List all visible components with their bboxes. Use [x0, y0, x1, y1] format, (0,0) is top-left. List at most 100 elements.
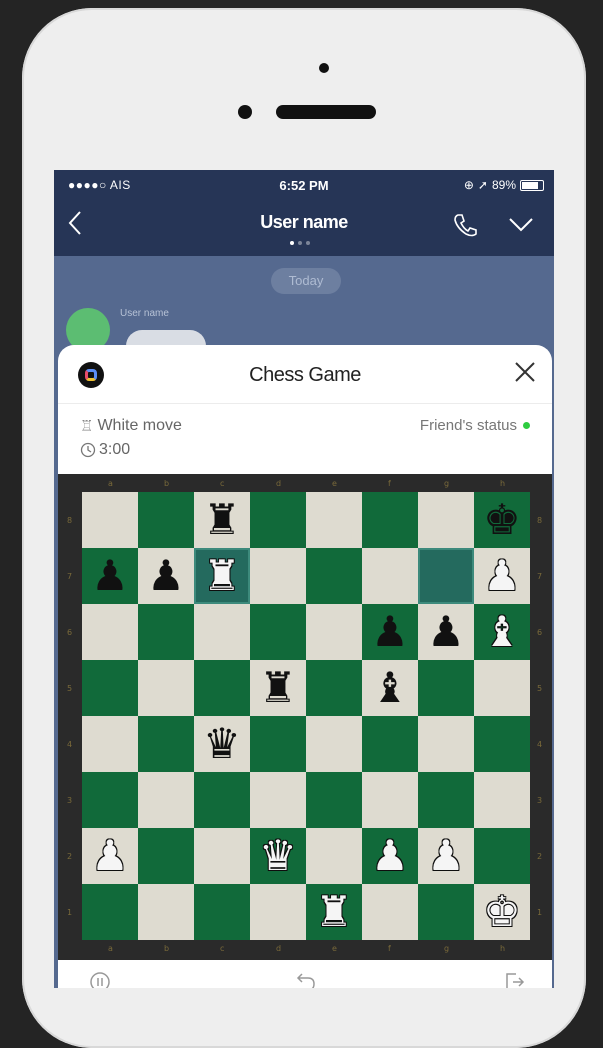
- square-f5[interactable]: ♝: [362, 660, 418, 716]
- menu-toggle-button[interactable]: [508, 214, 534, 239]
- square-f2[interactable]: ♟: [362, 828, 418, 884]
- square-h7[interactable]: ♟: [474, 548, 530, 604]
- square-d2[interactable]: ♛: [250, 828, 306, 884]
- square-d1[interactable]: [250, 884, 306, 940]
- square-d5[interactable]: ♜: [250, 660, 306, 716]
- white-king-piece[interactable]: ♚: [483, 891, 521, 933]
- square-b5[interactable]: [138, 660, 194, 716]
- square-d7[interactable]: [250, 548, 306, 604]
- square-e3[interactable]: [306, 772, 362, 828]
- black-rook-piece[interactable]: ♜: [259, 667, 297, 709]
- square-h1[interactable]: ♚: [474, 884, 530, 940]
- square-a5[interactable]: [82, 660, 138, 716]
- square-b1[interactable]: [138, 884, 194, 940]
- square-g1[interactable]: [418, 884, 474, 940]
- black-pawn-piece[interactable]: ♟: [91, 555, 129, 597]
- square-b3[interactable]: [138, 772, 194, 828]
- white-rook-piece[interactable]: ♜: [315, 891, 353, 933]
- sender-name: User name: [120, 308, 169, 319]
- white-rook-piece[interactable]: ♜: [203, 555, 241, 597]
- square-d3[interactable]: [250, 772, 306, 828]
- chevron-down-icon: [509, 218, 533, 232]
- rank-label: 2: [67, 852, 73, 861]
- square-c1[interactable]: [194, 884, 250, 940]
- rank-label: 4: [537, 740, 543, 749]
- square-f4[interactable]: [362, 716, 418, 772]
- square-a2[interactable]: ♟: [82, 828, 138, 884]
- file-label: h: [500, 479, 506, 488]
- white-pawn-piece[interactable]: ♟: [371, 835, 409, 877]
- black-pawn-piece[interactable]: ♟: [371, 611, 409, 653]
- white-pawn-piece[interactable]: ♟: [483, 555, 521, 597]
- square-c6[interactable]: [194, 604, 250, 660]
- square-a1[interactable]: [82, 884, 138, 940]
- square-c7[interactable]: ♜: [194, 548, 250, 604]
- white-pawn-piece[interactable]: ♟: [427, 835, 465, 877]
- friend-status-label: Friend's status: [419, 417, 517, 434]
- square-h3[interactable]: [474, 772, 530, 828]
- black-bishop-piece[interactable]: ♝: [371, 667, 409, 709]
- chess-board: ♜ ♚ ♟ ♟ ♜ ♟ ♟ ♟ ♝ ♜ ♝ ♛ ♟ ♛ ♟ ♟ ♜ ♚: [82, 492, 530, 940]
- undo-button[interactable]: [294, 970, 318, 988]
- square-f8[interactable]: [362, 492, 418, 548]
- exit-button[interactable]: [502, 970, 526, 988]
- square-e7[interactable]: [306, 548, 362, 604]
- black-rook-piece[interactable]: ♜: [203, 499, 241, 541]
- square-g3[interactable]: [418, 772, 474, 828]
- pause-button[interactable]: [88, 970, 112, 988]
- square-a3[interactable]: [82, 772, 138, 828]
- close-button[interactable]: [514, 361, 536, 388]
- square-f3[interactable]: [362, 772, 418, 828]
- square-b7[interactable]: ♟: [138, 548, 194, 604]
- square-g5[interactable]: [418, 660, 474, 716]
- square-e5[interactable]: [306, 660, 362, 716]
- square-h6[interactable]: ♝: [474, 604, 530, 660]
- square-g7[interactable]: [418, 548, 474, 604]
- earpiece-speaker: [276, 105, 376, 119]
- white-pawn-piece[interactable]: ♟: [91, 835, 129, 877]
- rank-label: 2: [537, 852, 543, 861]
- square-e1[interactable]: ♜: [306, 884, 362, 940]
- square-a6[interactable]: [82, 604, 138, 660]
- square-c4[interactable]: ♛: [194, 716, 250, 772]
- square-g4[interactable]: [418, 716, 474, 772]
- square-b6[interactable]: [138, 604, 194, 660]
- rank-label: 8: [67, 516, 73, 525]
- square-a4[interactable]: [82, 716, 138, 772]
- phone-screen: ●●●●○ AIS 6:52 PM ⊕ ➚ 89% User name Toda…: [54, 170, 554, 988]
- square-f6[interactable]: ♟: [362, 604, 418, 660]
- square-e6[interactable]: [306, 604, 362, 660]
- black-queen-piece[interactable]: ♛: [203, 723, 241, 765]
- square-g2[interactable]: ♟: [418, 828, 474, 884]
- square-e2[interactable]: [306, 828, 362, 884]
- black-pawn-piece[interactable]: ♟: [147, 555, 185, 597]
- square-e4[interactable]: [306, 716, 362, 772]
- square-d6[interactable]: [250, 604, 306, 660]
- white-bishop-piece[interactable]: ♝: [483, 611, 521, 653]
- square-b4[interactable]: [138, 716, 194, 772]
- square-f7[interactable]: [362, 548, 418, 604]
- square-h4[interactable]: [474, 716, 530, 772]
- black-pawn-piece[interactable]: ♟: [427, 611, 465, 653]
- white-queen-piece[interactable]: ♛: [259, 835, 297, 877]
- square-h8[interactable]: ♚: [474, 492, 530, 548]
- square-f1[interactable]: [362, 884, 418, 940]
- square-b8[interactable]: [138, 492, 194, 548]
- square-b2[interactable]: [138, 828, 194, 884]
- square-c3[interactable]: [194, 772, 250, 828]
- square-e8[interactable]: [306, 492, 362, 548]
- square-c8[interactable]: ♜: [194, 492, 250, 548]
- square-a7[interactable]: ♟: [82, 548, 138, 604]
- square-h2[interactable]: [474, 828, 530, 884]
- square-d8[interactable]: [250, 492, 306, 548]
- square-h5[interactable]: [474, 660, 530, 716]
- square-c2[interactable]: [194, 828, 250, 884]
- rank-label: 3: [537, 796, 543, 805]
- square-d4[interactable]: [250, 716, 306, 772]
- call-button[interactable]: [452, 212, 478, 243]
- square-g8[interactable]: [418, 492, 474, 548]
- square-g6[interactable]: ♟: [418, 604, 474, 660]
- square-a8[interactable]: [82, 492, 138, 548]
- square-c5[interactable]: [194, 660, 250, 716]
- black-king-piece[interactable]: ♚: [483, 499, 521, 541]
